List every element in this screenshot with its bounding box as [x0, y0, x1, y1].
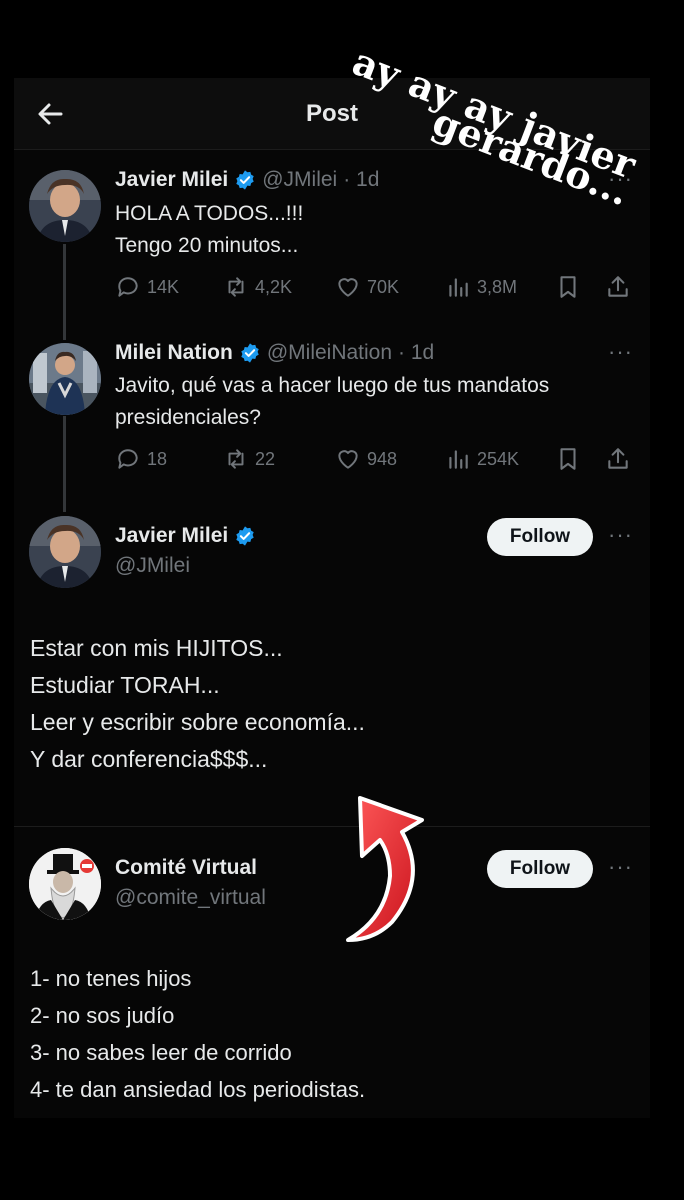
- reply-button[interactable]: 18: [115, 446, 167, 472]
- author-handle[interactable]: @JMilei: [262, 168, 337, 192]
- retweet-count: 4,2K: [255, 276, 293, 297]
- tweet-text: Javito, qué vas a hacer luego de tus man…: [115, 374, 550, 429]
- tweet-line: Estudiar TORAH...: [30, 672, 220, 698]
- author-handle[interactable]: @JMilei: [115, 554, 190, 578]
- tweet-line: Estar con mis HIJITOS...: [30, 635, 283, 661]
- like-button[interactable]: 70K: [335, 274, 399, 300]
- like-button[interactable]: 948: [335, 446, 397, 472]
- views-button[interactable]: 254K: [445, 446, 519, 472]
- tweet-line: 1- no tenes hijos: [30, 966, 192, 991]
- tweet-text: HOLA A TODOS...!!! Tengo 20 minutos...: [115, 202, 304, 257]
- tweet-line: 4- te dan ansiedad los periodistas.: [30, 1077, 366, 1102]
- retweet-button[interactable]: 4,2K: [223, 274, 292, 300]
- tweet-actions: 18 22 948 254K: [115, 446, 635, 476]
- bookmark-button[interactable]: [555, 274, 581, 300]
- views-button[interactable]: 3,8M: [445, 274, 517, 300]
- views-count: 254K: [477, 448, 520, 469]
- retweet-icon: [228, 449, 244, 469]
- thread-connector: [63, 244, 66, 340]
- tweet-line: 3- no sabes leer de corrido: [30, 1040, 292, 1065]
- author-name[interactable]: Javier Milei: [115, 168, 228, 192]
- share-icon: [608, 448, 628, 469]
- main-tweet-text: Estar con mis HIJITOS... Estudiar TORAH.…: [30, 630, 365, 778]
- tweet-line: Y dar conferencia$$$...: [30, 746, 268, 772]
- heart-icon: [338, 278, 358, 297]
- retweet-count: 22: [255, 448, 276, 469]
- reply-count: 14K: [147, 276, 180, 297]
- avatar[interactable]: [29, 848, 101, 920]
- more-options-icon[interactable]: ···: [608, 522, 633, 548]
- views-chart-icon: [449, 278, 468, 297]
- follow-button[interactable]: Follow: [487, 850, 593, 888]
- retweet-icon: [228, 277, 244, 297]
- post-time: · 1d: [398, 341, 435, 364]
- author-name[interactable]: Javier Milei: [115, 524, 228, 548]
- reply-button[interactable]: 14K: [115, 274, 179, 300]
- avatar[interactable]: [29, 343, 101, 415]
- heart-icon: [338, 450, 358, 469]
- tweet-line: Leer y escribir sobre economía...: [30, 709, 365, 735]
- avatar[interactable]: [29, 516, 101, 588]
- tweet-header: Milei Nation @MileiNation · 1d: [115, 341, 434, 365]
- verified-badge-icon: [236, 170, 254, 190]
- verified-badge-icon: [241, 343, 259, 363]
- share-button[interactable]: [605, 446, 631, 472]
- retweet-button[interactable]: 22: [223, 446, 275, 472]
- tweet-header: Javier Milei: [115, 524, 262, 548]
- reply-count: 18: [147, 448, 168, 469]
- bookmark-icon: [560, 448, 576, 470]
- author-handle[interactable]: @comite_virtual: [115, 886, 266, 910]
- tweet-header: Comité Virtual: [115, 856, 257, 880]
- reply-icon: [118, 277, 138, 297]
- share-icon: [608, 276, 628, 297]
- bookmark-icon: [560, 276, 576, 298]
- reply-icon: [118, 449, 138, 469]
- share-button[interactable]: [605, 274, 631, 300]
- views-chart-icon: [449, 450, 468, 469]
- avatar[interactable]: [29, 170, 101, 242]
- tweet-actions: 14K 4,2K 70K 3,8M: [115, 274, 635, 304]
- follow-button[interactable]: Follow: [487, 518, 593, 556]
- like-count: 948: [367, 448, 398, 469]
- bookmark-button[interactable]: [555, 446, 581, 472]
- verified-badge-icon: [236, 526, 254, 546]
- tweet-line: 2- no sos judío: [30, 1003, 175, 1028]
- red-curved-arrow-icon: [346, 796, 424, 942]
- author-handle[interactable]: @MileiNation: [267, 341, 392, 365]
- reply-tweet-text: 1- no tenes hijos 2- no sos judío 3- no …: [30, 960, 365, 1108]
- sticker-caption: ay ay ay javier gerardo...: [347, 38, 643, 214]
- like-count: 70K: [367, 276, 400, 297]
- thread-connector: [63, 416, 66, 512]
- author-name[interactable]: Comité Virtual: [115, 856, 257, 880]
- more-options-icon[interactable]: ···: [608, 339, 633, 365]
- more-options-icon[interactable]: ···: [608, 854, 633, 880]
- author-name[interactable]: Milei Nation: [115, 341, 233, 365]
- views-count: 3,8M: [477, 276, 518, 297]
